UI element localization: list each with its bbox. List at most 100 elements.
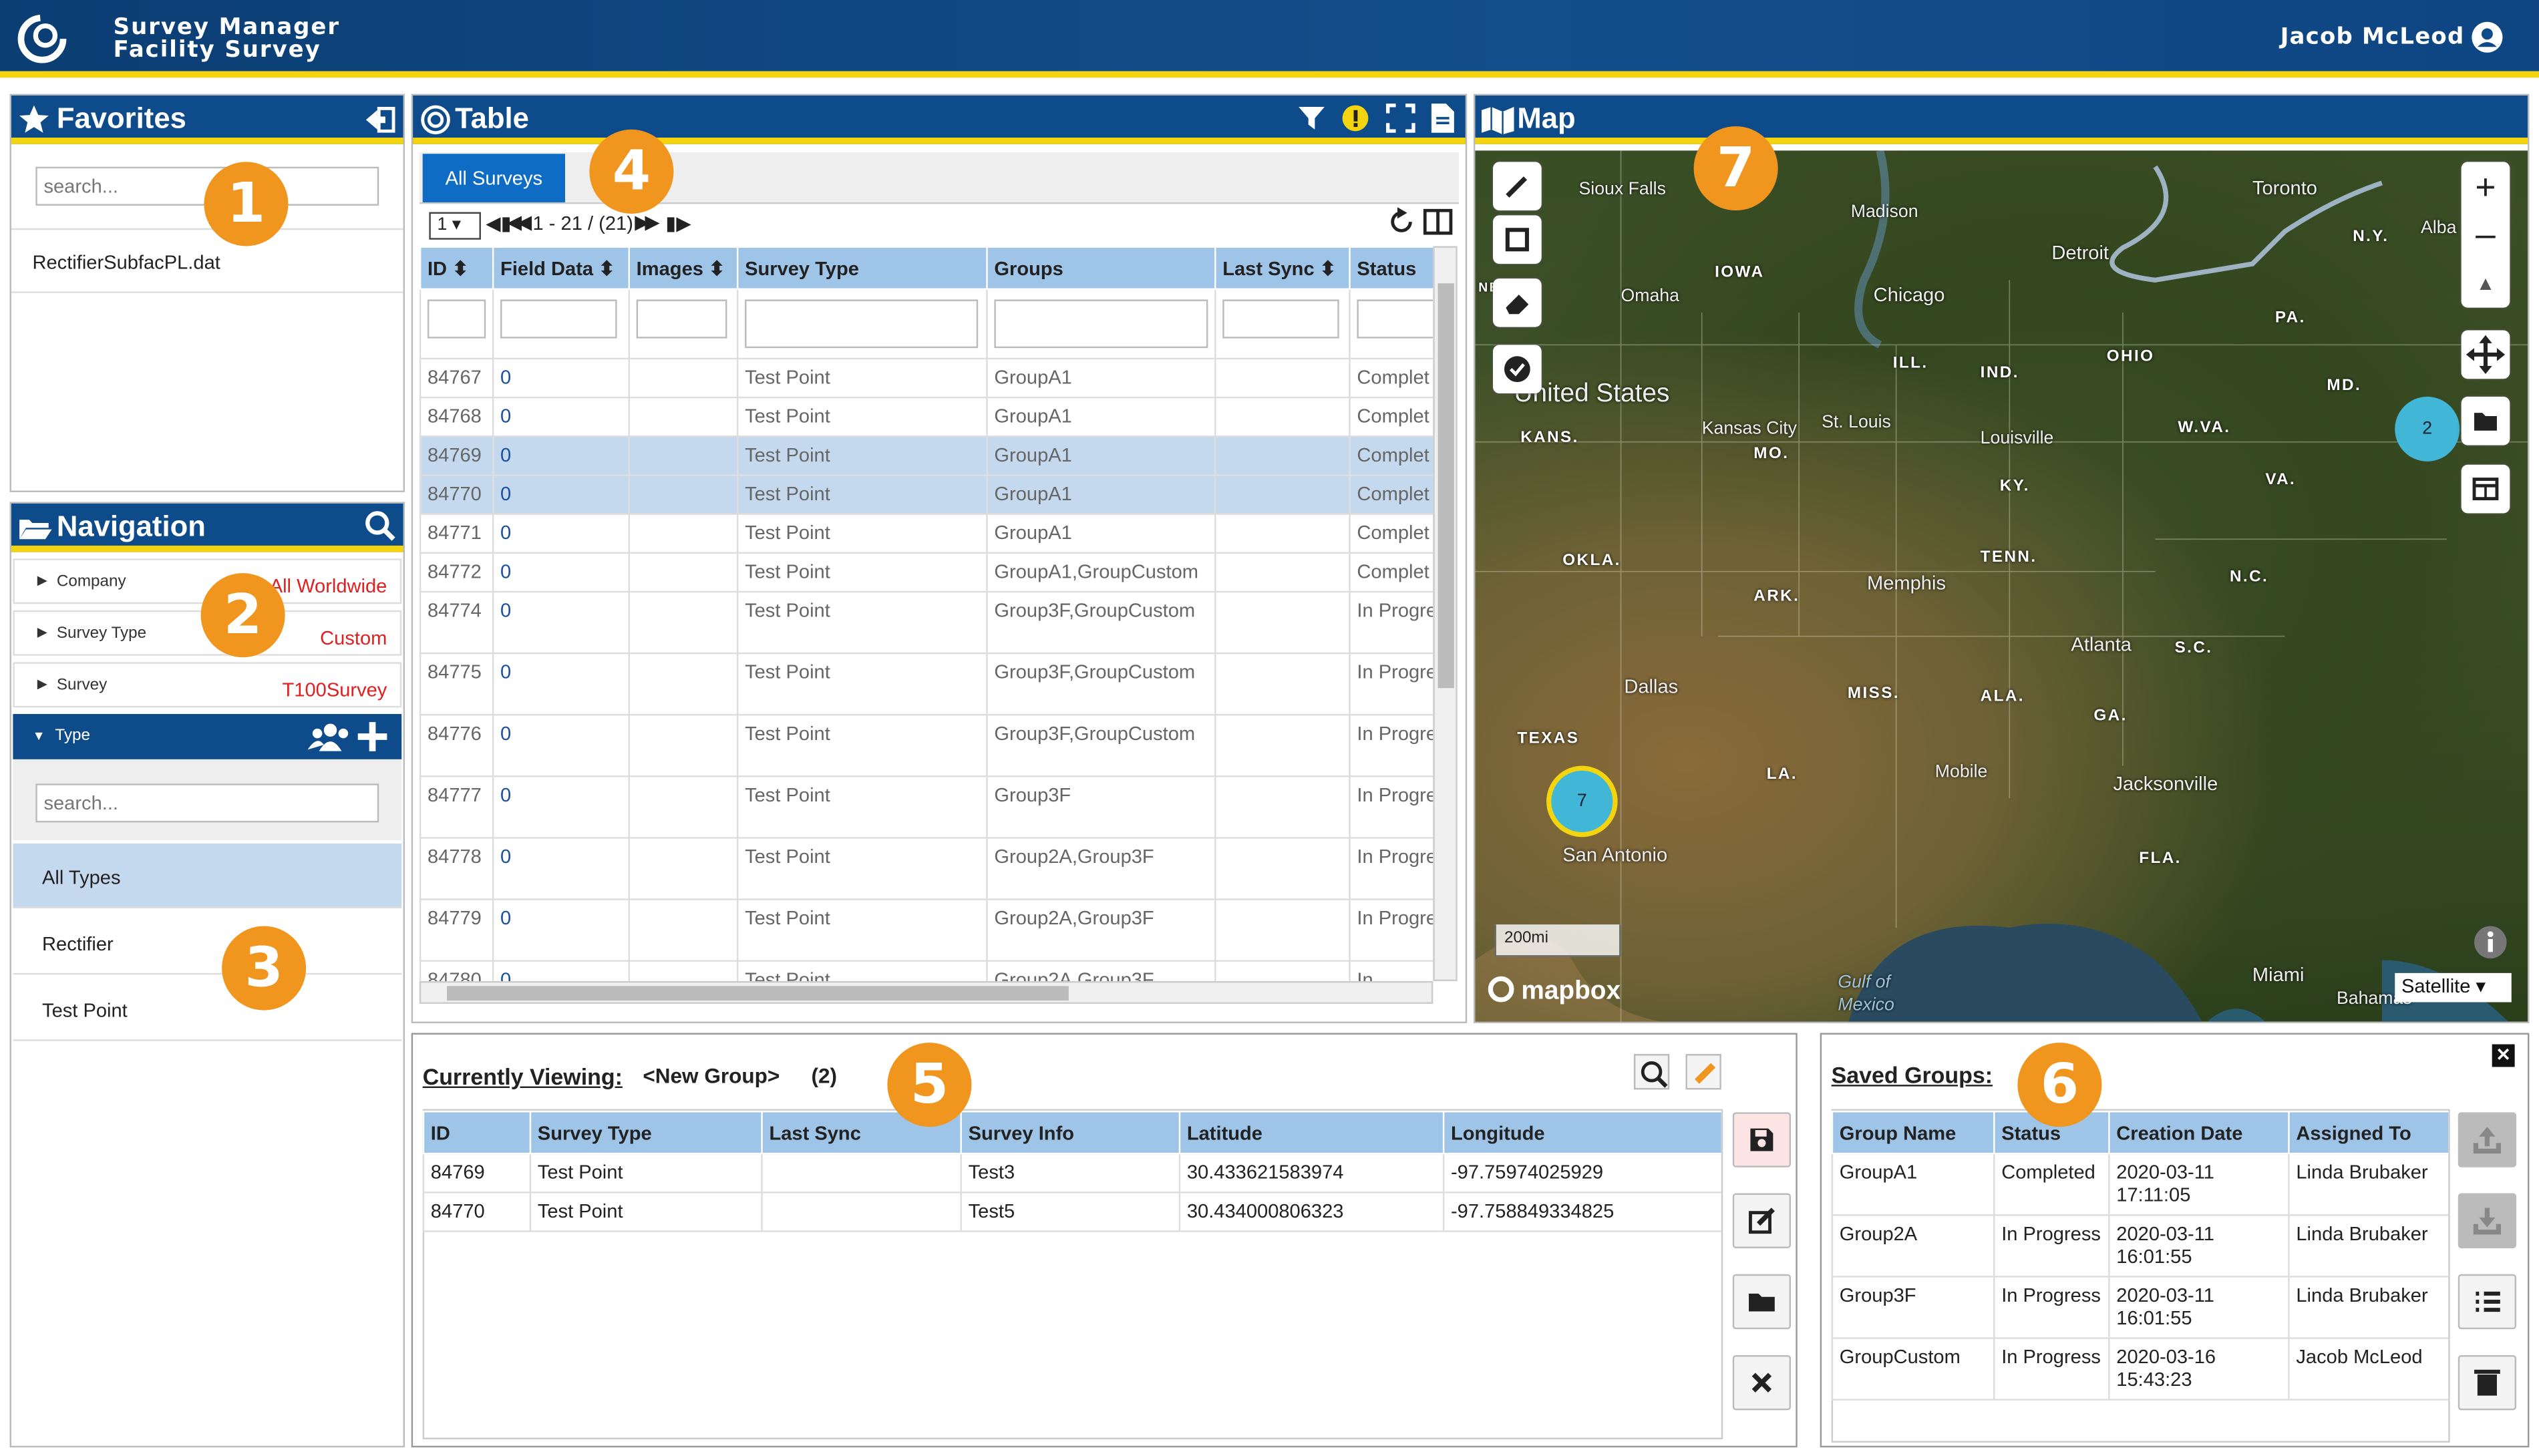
- delete-group-button[interactable]: [2458, 1354, 2517, 1411]
- last-page-icon[interactable]: ▮▶: [665, 212, 691, 235]
- edit-group-button[interactable]: [1685, 1054, 1721, 1090]
- type-search-input[interactable]: search...: [35, 783, 379, 823]
- col-creation-date[interactable]: Creation Date: [2108, 1110, 2290, 1155]
- save-group-button[interactable]: [1732, 1112, 1792, 1167]
- upload-group-button[interactable]: [2458, 1112, 2517, 1167]
- table-horizontal-scrollbar[interactable]: [419, 981, 1433, 1004]
- filter-input[interactable]: [1357, 299, 1433, 339]
- page-size-select[interactable]: 1 ▾: [429, 212, 481, 240]
- table-row[interactable]: 84775 0 Test Point Group3F,GroupCustom In Pr…: [419, 652, 1433, 716]
- zoom-to-group-button[interactable]: [1633, 1054, 1670, 1090]
- tab-all-surveys[interactable]: All Surveys: [422, 154, 566, 203]
- table-row[interactable]: 84780 0 Test Point Group2A,Group3F In: [419, 960, 1433, 982]
- close-panel-icon[interactable]: ✕: [2492, 1044, 2515, 1067]
- document-icon[interactable]: [1429, 102, 1456, 134]
- eraser-tool[interactable]: [1493, 278, 1542, 327]
- map-label: VA.: [2265, 471, 2297, 490]
- table-row[interactable]: 84771 0 Test Point GroupA1 Complet: [419, 513, 1433, 554]
- next-page-icon[interactable]: ▶▶: [635, 210, 660, 233]
- table-row[interactable]: 847770 Test PointGroup3F In Progres: [419, 775, 1433, 839]
- col-id[interactable]: ID: [422, 1110, 532, 1155]
- warning-icon[interactable]: [1341, 104, 1370, 133]
- scroll-thumb[interactable]: [447, 986, 1069, 1001]
- draw-line-tool[interactable]: [1493, 162, 1542, 211]
- map-cluster-marker[interactable]: 7: [1546, 765, 1618, 838]
- refresh-icon[interactable]: [1387, 207, 1417, 236]
- table-row[interactable]: Group3F In Progress 2020-03-11 16:01:55 Lin…: [1831, 1276, 2449, 1339]
- favorites-list-item[interactable]: RectifierSubfacPL.dat: [11, 228, 403, 293]
- columns-icon[interactable]: [1423, 208, 1453, 235]
- table-row[interactable]: 847790 Test PointGroup2A,Group3F In Progre…: [419, 898, 1433, 962]
- col-images[interactable]: Images ⬍: [628, 246, 739, 290]
- basemap-select[interactable]: Satellite ▾: [2395, 972, 2512, 1003]
- col-survey-type[interactable]: Survey Type: [736, 246, 988, 290]
- table-row[interactable]: 84772 0 Test Point GroupA1,GroupCustom Compl…: [419, 552, 1433, 593]
- table-row[interactable]: 84769 0 Test Point GroupA1 Complet: [419, 435, 1433, 476]
- filter-input[interactable]: [636, 299, 727, 339]
- user-icon[interactable]: [2471, 21, 2503, 53]
- plus-icon[interactable]: [356, 721, 388, 753]
- table-row[interactable]: 84768 0 Test Point GroupA1 Complet: [419, 396, 1433, 437]
- col-latitude[interactable]: Latitude: [1178, 1110, 1445, 1155]
- table-vertical-scrollbar[interactable]: [1433, 246, 1458, 982]
- map-label: N.Y.: [2353, 228, 2389, 246]
- table-row[interactable]: GroupA1 Completed 2020-03-11 17:11:05 Linda…: [1831, 1152, 2449, 1216]
- filter-input[interactable]: [745, 299, 979, 349]
- col-groups[interactable]: Groups: [986, 246, 1216, 290]
- edit-group-details-button[interactable]: [1732, 1193, 1792, 1248]
- nav-survey-row[interactable]: ▶ Survey T100Survey: [13, 662, 402, 708]
- filter-input[interactable]: [994, 299, 1208, 349]
- close-group-button[interactable]: [1732, 1354, 1792, 1411]
- col-assigned-to[interactable]: Assigned To: [2288, 1110, 2449, 1155]
- collapse-panel-icon[interactable]: [364, 106, 396, 133]
- zoom-in-button[interactable]: +: [2462, 164, 2510, 212]
- group-list-button[interactable]: [2458, 1274, 2517, 1330]
- col-survey-type[interactable]: Survey Type: [529, 1110, 763, 1155]
- filter-icon[interactable]: [1297, 104, 1327, 133]
- col-survey-info[interactable]: Survey Info: [960, 1110, 1181, 1155]
- map-cluster-marker[interactable]: 2: [2395, 396, 2460, 462]
- type-item-all[interactable]: All Types: [13, 843, 402, 908]
- col-id[interactable]: ID ⬍: [419, 246, 494, 290]
- satellite-map[interactable]: 7 2 Sioux Falls Madison Toronto Detroit …: [1475, 150, 2528, 1022]
- nav-type-row[interactable]: ▼ Type: [13, 714, 402, 759]
- user-name[interactable]: Jacob McLeod: [2280, 24, 2465, 50]
- table-view-tool[interactable]: [2461, 464, 2510, 514]
- table-row[interactable]: 84776 0 Test Point Group3F,GroupCustom In Pr…: [419, 714, 1433, 777]
- col-last-sync[interactable]: Last Sync ⬍: [1214, 246, 1351, 290]
- scroll-thumb[interactable]: [1437, 283, 1454, 689]
- pan-tool[interactable]: [2461, 330, 2510, 379]
- table-row[interactable]: 84769 Test Point Test3 30.433621583974 -97.7…: [422, 1152, 1721, 1194]
- nav-row-value: Custom: [320, 626, 387, 650]
- filter-input[interactable]: [427, 299, 486, 339]
- add-group-users-icon[interactable]: [307, 722, 353, 751]
- table-row[interactable]: 84767 0 Test Point GroupA1 Complet: [419, 357, 1433, 399]
- table-row[interactable]: GroupCustom In Progress 2020-03-16 15:43:2…: [1831, 1337, 2449, 1401]
- compass-button[interactable]: ▲: [2462, 260, 2510, 306]
- favorites-title: Favorites: [56, 102, 186, 135]
- col-status[interactable]: Status: [1349, 246, 1433, 290]
- table-row[interactable]: 84774 0 Test Point Group3F,GroupCustom In Pr…: [419, 590, 1433, 655]
- filter-input[interactable]: [1222, 299, 1339, 339]
- download-group-button[interactable]: [2458, 1193, 2517, 1248]
- zoom-out-button[interactable]: –: [2462, 212, 2510, 261]
- col-longitude[interactable]: Longitude: [1442, 1110, 1721, 1155]
- filter-input[interactable]: [500, 299, 617, 339]
- search-icon[interactable]: [364, 510, 396, 542]
- map-label: Dallas: [1624, 675, 1679, 698]
- fullscreen-icon[interactable]: [1386, 104, 1415, 133]
- table-row[interactable]: 847780 Test PointGroup2A,Group3F In Progre…: [419, 837, 1433, 900]
- table-row[interactable]: 84770 0 Test Point GroupA1 Complet: [419, 474, 1433, 515]
- open-group-button[interactable]: [1732, 1274, 1792, 1330]
- table-row[interactable]: 84770 Test Point Test5 30.434000806323 -97.7…: [422, 1192, 1721, 1232]
- prev-page-icon[interactable]: ◀◀: [507, 210, 532, 233]
- type-item-rectifier[interactable]: Rectifier: [13, 910, 402, 975]
- draw-polygon-tool[interactable]: [1493, 215, 1542, 264]
- info-icon[interactable]: [2473, 924, 2508, 960]
- col-group-name[interactable]: Group Name: [1831, 1110, 1995, 1155]
- table-row[interactable]: Group2A In Progress 2020-03-11 16:01:55 Lin…: [1831, 1214, 2449, 1278]
- type-item-test-point[interactable]: Test Point: [13, 976, 402, 1041]
- col-field-data[interactable]: Field Data ⬍: [492, 246, 630, 290]
- add-folder-tool[interactable]: [2461, 396, 2510, 445]
- confirm-tool[interactable]: [1493, 345, 1542, 394]
